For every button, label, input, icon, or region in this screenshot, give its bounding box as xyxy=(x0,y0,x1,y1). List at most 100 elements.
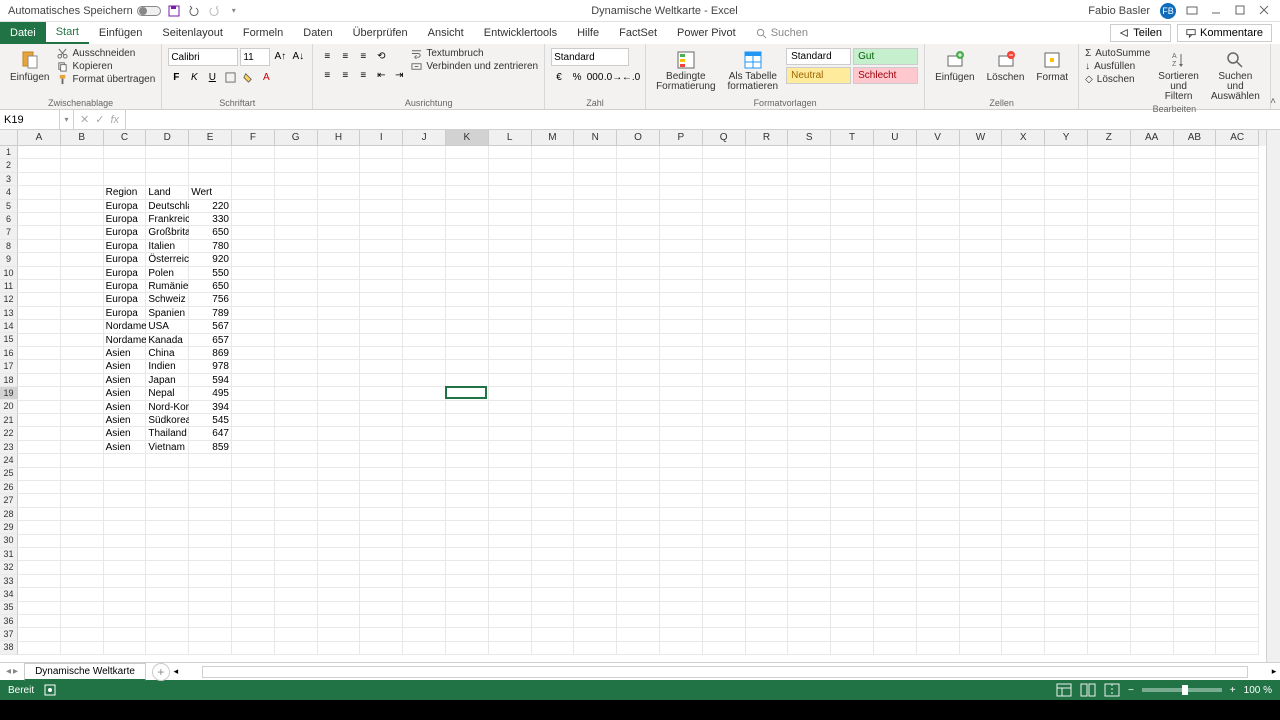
cell[interactable] xyxy=(1045,615,1088,628)
cell[interactable] xyxy=(788,481,831,494)
cell[interactable] xyxy=(703,253,746,266)
cell[interactable] xyxy=(1088,588,1131,601)
cell[interactable] xyxy=(788,468,831,481)
cell[interactable] xyxy=(104,468,147,481)
cell[interactable] xyxy=(1131,347,1174,360)
cell[interactable] xyxy=(61,146,104,159)
cell[interactable] xyxy=(1174,414,1217,427)
cell[interactable] xyxy=(617,615,660,628)
cell[interactable] xyxy=(18,628,61,641)
cell[interactable] xyxy=(318,200,361,213)
cell[interactable] xyxy=(660,602,703,615)
column-header[interactable]: K xyxy=(446,130,489,146)
cell[interactable] xyxy=(18,561,61,574)
cell[interactable] xyxy=(189,575,232,588)
paste-button[interactable]: Einfügen xyxy=(6,48,53,85)
cell[interactable] xyxy=(788,146,831,159)
cell[interactable] xyxy=(403,213,446,226)
cell[interactable] xyxy=(917,307,960,320)
cell[interactable] xyxy=(874,454,917,467)
horizontal-scrollbar[interactable] xyxy=(202,666,1248,678)
data-cell[interactable]: Asien xyxy=(104,414,147,427)
cell[interactable] xyxy=(18,548,61,561)
data-cell[interactable]: Rumänien xyxy=(146,280,189,293)
cell[interactable] xyxy=(104,548,147,561)
cell[interactable] xyxy=(660,588,703,601)
cell[interactable] xyxy=(532,441,575,454)
cell[interactable] xyxy=(1088,253,1131,266)
comments-button[interactable]: Kommentare xyxy=(1177,24,1272,42)
cell[interactable] xyxy=(104,602,147,615)
cell[interactable] xyxy=(1216,588,1259,601)
cell[interactable] xyxy=(275,454,318,467)
cell[interactable] xyxy=(660,146,703,159)
cell[interactable] xyxy=(1131,173,1174,186)
toggle-switch-icon[interactable] xyxy=(137,6,161,16)
cell[interactable] xyxy=(874,548,917,561)
cell[interactable] xyxy=(146,468,189,481)
cell[interactable] xyxy=(61,307,104,320)
cell[interactable] xyxy=(446,481,489,494)
cell[interactable] xyxy=(1045,159,1088,172)
cell[interactable] xyxy=(1131,280,1174,293)
row-header[interactable]: 12 xyxy=(0,293,18,306)
cell[interactable] xyxy=(574,347,617,360)
cell[interactable] xyxy=(403,508,446,521)
cell[interactable] xyxy=(703,159,746,172)
cell[interactable] xyxy=(189,588,232,601)
cell[interactable] xyxy=(574,280,617,293)
wrap-text-button[interactable]: Textumbruch xyxy=(411,48,538,59)
cell[interactable] xyxy=(960,561,1003,574)
cell[interactable] xyxy=(917,414,960,427)
cell[interactable] xyxy=(18,401,61,414)
cell[interactable] xyxy=(61,494,104,507)
cell[interactable] xyxy=(1174,334,1217,347)
copy-button[interactable]: Kopieren xyxy=(57,61,155,72)
cell[interactable] xyxy=(360,387,403,400)
cell[interactable] xyxy=(360,454,403,467)
column-header[interactable]: W xyxy=(960,130,1003,146)
cell[interactable] xyxy=(703,226,746,239)
cell[interactable] xyxy=(189,521,232,534)
cell[interactable] xyxy=(703,602,746,615)
cell[interactable] xyxy=(232,334,275,347)
cell[interactable] xyxy=(1174,267,1217,280)
column-header[interactable]: J xyxy=(403,130,446,146)
cell[interactable] xyxy=(318,628,361,641)
cell[interactable] xyxy=(360,173,403,186)
cell[interactable] xyxy=(703,588,746,601)
cell[interactable] xyxy=(532,374,575,387)
cell[interactable] xyxy=(1174,159,1217,172)
cell[interactable] xyxy=(574,548,617,561)
cell[interactable] xyxy=(18,293,61,306)
cell[interactable] xyxy=(18,173,61,186)
cell[interactable] xyxy=(1174,508,1217,521)
cell[interactable] xyxy=(1174,441,1217,454)
cell[interactable] xyxy=(403,481,446,494)
cell[interactable] xyxy=(489,213,532,226)
cell[interactable] xyxy=(1088,200,1131,213)
cell[interactable] xyxy=(660,414,703,427)
style-gut[interactable]: Gut xyxy=(853,48,918,65)
cell[interactable] xyxy=(788,628,831,641)
cell[interactable] xyxy=(1131,360,1174,373)
cell[interactable] xyxy=(874,535,917,548)
cell[interactable] xyxy=(831,628,874,641)
cell[interactable] xyxy=(403,454,446,467)
cell[interactable] xyxy=(874,159,917,172)
cell[interactable] xyxy=(831,481,874,494)
cell[interactable] xyxy=(574,454,617,467)
cell[interactable] xyxy=(489,494,532,507)
data-cell[interactable]: 756 xyxy=(189,293,232,306)
cell[interactable] xyxy=(574,441,617,454)
cell[interactable] xyxy=(960,427,1003,440)
cell[interactable] xyxy=(960,642,1003,655)
undo-icon[interactable] xyxy=(187,4,201,18)
cell[interactable] xyxy=(446,387,489,400)
cell[interactable] xyxy=(1002,468,1045,481)
cell[interactable] xyxy=(1131,575,1174,588)
cell[interactable] xyxy=(1045,508,1088,521)
cell[interactable] xyxy=(874,374,917,387)
cell[interactable] xyxy=(1131,213,1174,226)
cell[interactable] xyxy=(1131,521,1174,534)
